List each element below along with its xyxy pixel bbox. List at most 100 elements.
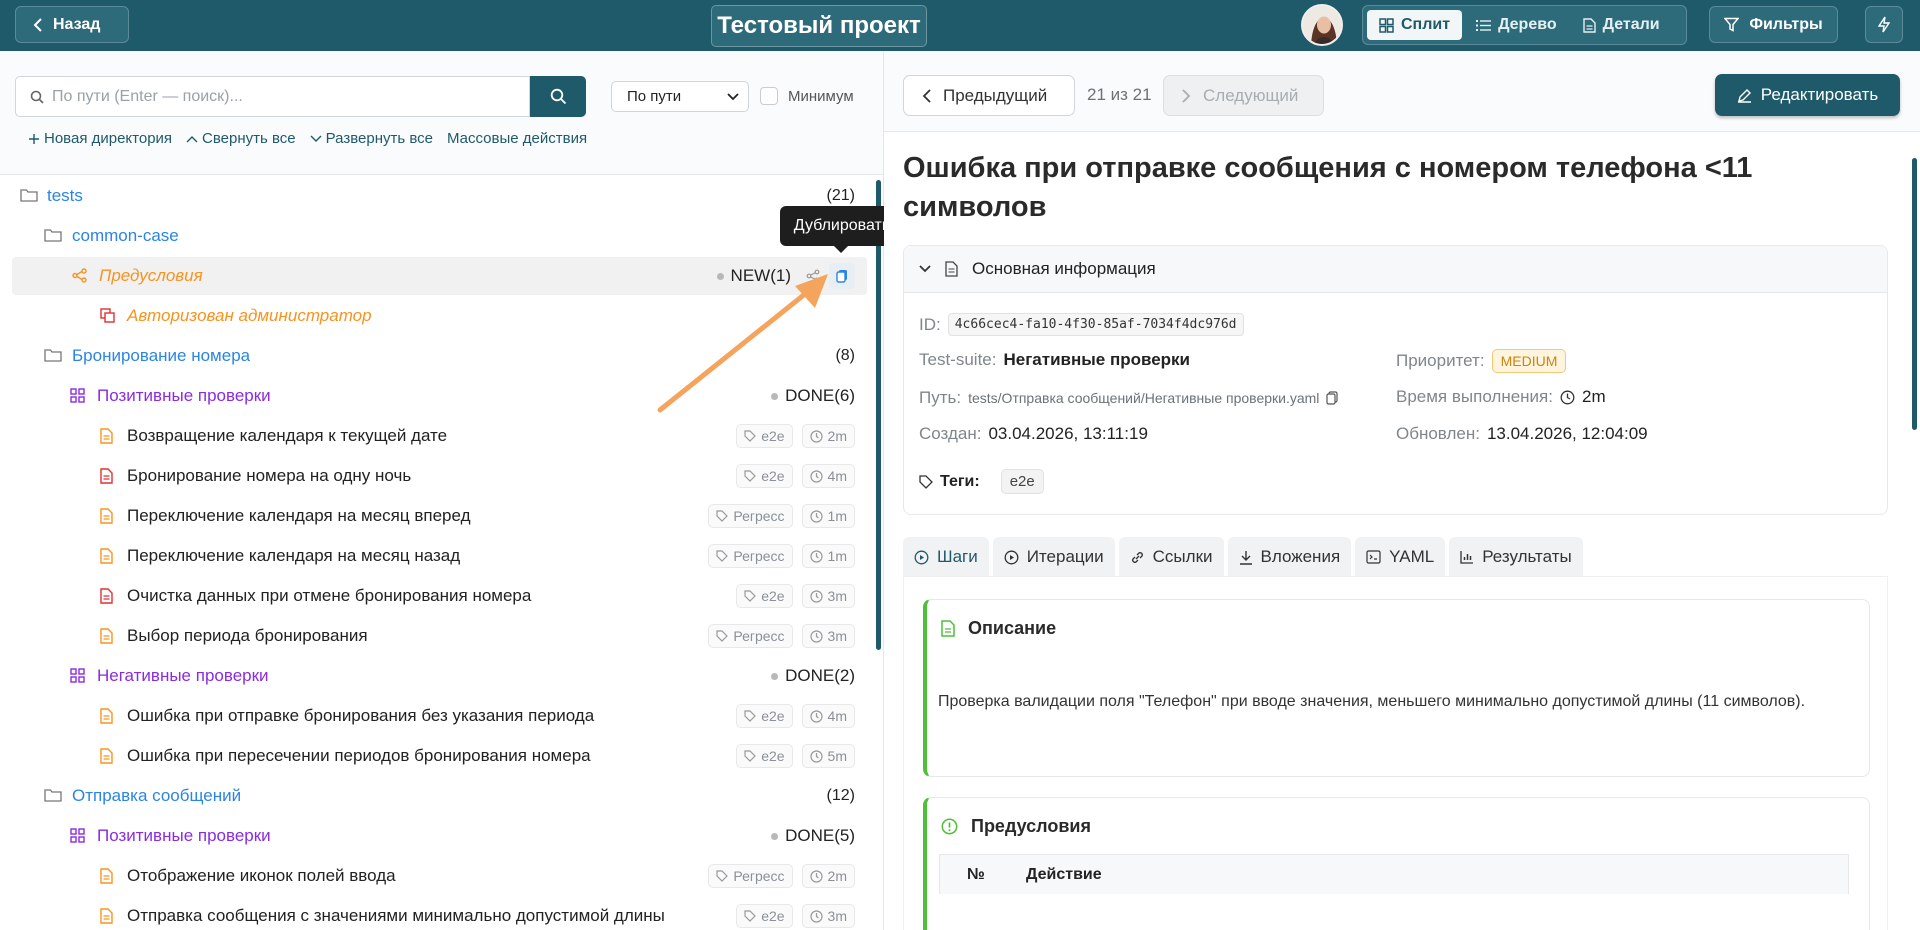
description-header: Описание — [941, 618, 1056, 639]
main-info-header[interactable]: Основная информация — [904, 246, 1887, 293]
tree-test-case[interactable]: Очистка данных при отмене бронирования н… — [12, 577, 867, 615]
column-action: Действие — [1026, 865, 1102, 883]
tab-yaml[interactable]: YAML — [1355, 537, 1446, 577]
view-split-button[interactable]: Сплит — [1367, 10, 1463, 40]
description-title: Описание — [968, 618, 1057, 638]
tab-results-label: Результаты — [1482, 547, 1572, 566]
collapse-all-button[interactable]: Свернуть все — [186, 130, 296, 147]
clock-icon — [809, 709, 823, 723]
tag-icon — [744, 470, 757, 482]
test-file-icon — [100, 508, 113, 524]
tree-suite-positive[interactable]: Позитивные проверки DONE(5) — [12, 817, 867, 855]
tab-steps-label: Шаги — [937, 547, 978, 566]
preconditions-table-header: № Действие — [939, 854, 1849, 894]
suite-grid-icon — [70, 828, 85, 843]
tree-label: Очистка данных при отмене бронирования н… — [127, 586, 532, 605]
tag-text: Регресс — [733, 628, 785, 644]
suite-grid-icon — [70, 388, 85, 403]
details-scrollbar[interactable] — [1912, 158, 1917, 430]
tree-label: Возвращение календаря к текущей дате — [127, 426, 448, 445]
tag-icon — [919, 474, 933, 489]
duration-pill: 2m — [801, 424, 855, 448]
preconditions-title: Предусловия — [971, 816, 1091, 836]
tree-test-case[interactable]: Ошибка при отправке бронирования без ука… — [12, 697, 867, 735]
edit-button[interactable]: Редактировать — [1715, 74, 1900, 116]
back-label: Назад — [53, 15, 101, 33]
tree-test-case[interactable]: Возвращение календаря к текущей дате e2e… — [12, 417, 867, 455]
view-mode-group: Сплит Дерево Детали — [1362, 5, 1687, 45]
list-icon — [1476, 19, 1492, 32]
tree-test-case[interactable]: Отображение иконок полей ввода Регресс 2m — [12, 857, 867, 895]
copy-icon[interactable] — [1326, 391, 1339, 405]
link-icon — [1130, 550, 1145, 565]
duration-text: 3m — [827, 908, 847, 924]
minimum-toggle[interactable]: Минимум — [760, 87, 854, 105]
tab-attachments[interactable]: Вложения — [1227, 537, 1352, 577]
quick-action-button[interactable] — [1865, 6, 1903, 43]
view-details-button[interactable]: Детали — [1571, 10, 1672, 40]
tab-results[interactable]: Результаты — [1449, 537, 1583, 577]
search-button[interactable] — [530, 76, 586, 117]
document-icon — [1582, 17, 1596, 33]
tree-test-case[interactable]: Выбор периода бронирования Регресс 3m — [12, 617, 867, 655]
duration-pill: 5m — [801, 744, 855, 768]
duration-text: 2m — [827, 428, 847, 444]
main-info-title: Основная информация — [972, 259, 1156, 278]
tree-count: (12) — [826, 787, 855, 804]
tree-label: Ошибка при пересечении периодов брониров… — [127, 746, 591, 765]
sort-select[interactable]: По пути — [611, 81, 749, 112]
tree-test-case[interactable]: Отправка сообщения с значениями минималь… — [12, 897, 867, 930]
main-info-card: Основная информация ID: 4c66cec4-fa10-4f3… — [903, 245, 1888, 515]
tree-folder-tests[interactable]: tests (21) — [12, 177, 867, 215]
tag-pill: e2e — [736, 704, 793, 728]
folder-icon — [44, 228, 62, 243]
user-avatar[interactable] — [1301, 4, 1343, 46]
collapse-all-label: Свернуть все — [202, 130, 296, 147]
duration-text: 2m — [827, 868, 847, 884]
previous-button[interactable]: Предыдущий — [903, 75, 1075, 116]
new-directory-button[interactable]: Новая директория — [28, 130, 172, 147]
chevron-right-icon — [1182, 88, 1191, 103]
tag-chip[interactable]: e2e — [1000, 469, 1044, 494]
filters-label: Фильтры — [1749, 15, 1823, 33]
tag-pill: Регресс — [708, 544, 793, 568]
view-tree-button[interactable]: Дерево — [1464, 10, 1569, 40]
tree-test-case[interactable]: Переключение календаря на месяц вперед Р… — [12, 497, 867, 535]
clock-icon — [809, 429, 823, 443]
tab-yaml-label: YAML — [1389, 547, 1435, 566]
tag-icon — [744, 710, 757, 722]
tree-test-case[interactable]: Ошибка при пересечении периодов брониров… — [12, 737, 867, 775]
filters-button[interactable]: Фильтры — [1709, 6, 1838, 43]
test-file-icon — [100, 428, 113, 444]
clock-icon — [809, 909, 823, 923]
duration-text: 5m — [827, 748, 847, 764]
tree-folder-messages[interactable]: Отправка сообщений (12) — [12, 777, 867, 815]
duration-label: Время выполнения: — [1396, 387, 1553, 406]
chevron-down-icon — [310, 135, 322, 143]
tab-iterations[interactable]: Итерации — [992, 537, 1115, 577]
minimum-checkbox[interactable] — [760, 87, 778, 105]
share-icon — [72, 268, 87, 283]
tab-steps[interactable]: Шаги — [903, 537, 989, 577]
duration-field: Время выполнения: 2m — [1396, 387, 1606, 407]
tree-folder-common-case[interactable]: common-case — [12, 217, 867, 255]
steps-tab-body: Описание Проверка валидации поля "Телефо… — [903, 576, 1888, 930]
tree-test-case[interactable]: Бронирование номера на одну ночь e2e 4m — [12, 457, 867, 495]
tree-suite-negative[interactable]: Негативные проверки DONE(2) — [12, 657, 867, 695]
bulk-actions-label: Массовые действия — [446, 130, 588, 147]
lightning-icon — [1878, 16, 1890, 33]
tree-scrollbar[interactable] — [876, 180, 881, 650]
updated-label: Обновлен: — [1396, 424, 1480, 443]
created-field: Создан: 03.04.2026, 13:11:19 — [919, 424, 1148, 444]
tree-test-case[interactable]: Переключение календаря на месяц назад Ре… — [12, 537, 867, 575]
tag-pill: Регресс — [708, 864, 793, 888]
test-file-icon — [100, 468, 113, 484]
back-button[interactable]: Назад — [15, 6, 129, 43]
next-button[interactable]: Следующий — [1163, 75, 1324, 116]
tag-text: e2e — [761, 468, 785, 484]
expand-all-button[interactable]: Развернуть все — [310, 130, 433, 147]
bulk-actions-button[interactable]: Массовые действия — [447, 130, 587, 147]
search-input[interactable]: По пути (Enter — поиск)... — [15, 76, 530, 117]
tab-links[interactable]: Ссылки — [1118, 537, 1224, 577]
tree-label: tests — [47, 186, 83, 205]
